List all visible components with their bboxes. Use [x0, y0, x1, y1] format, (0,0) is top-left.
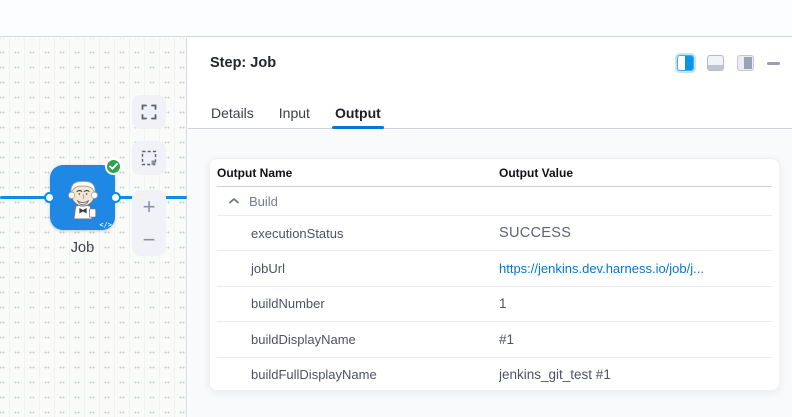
output-name: buildFullDisplayName [217, 367, 499, 382]
column-header-output-name: Output Name [217, 166, 499, 180]
fullscreen-icon [141, 104, 157, 120]
column-header-output-value: Output Value [499, 166, 772, 180]
step-node-job[interactable]: </> [50, 165, 115, 230]
output-name: jobUrl [217, 261, 499, 276]
group-label: Build [249, 194, 278, 209]
split-view-icon[interactable] [677, 55, 694, 71]
output-value: SUCCESS [499, 225, 772, 241]
canvas-expand-button[interactable] [132, 95, 166, 129]
output-name: buildDisplayName [217, 332, 499, 347]
canvas-marquee-select-button[interactable] [132, 141, 166, 175]
marquee-select-icon [141, 150, 157, 166]
step-details-panel: Step: Job Details Input Output Output Na… [188, 38, 792, 417]
success-check-icon [105, 158, 122, 175]
output-value: jenkins_git_test #1 [499, 367, 772, 382]
output-tab-content: Output Name Output Value Build execution… [188, 130, 792, 417]
zoom-out-button[interactable]: − [132, 223, 166, 256]
table-row: executionStatus SUCCESS [217, 215, 772, 250]
pipeline-canvas[interactable]: </> Job + − [0, 38, 187, 417]
output-value-link[interactable]: https://jenkins.dev.harness.io/job/j... [499, 261, 772, 276]
table-row: buildNumber 1 [217, 286, 772, 321]
table-row: buildFullDisplayName jenkins_git_test #1 [217, 357, 772, 392]
tab-details[interactable]: Details [211, 96, 254, 129]
jenkins-logo-icon [63, 176, 103, 220]
code-icon: </> [99, 221, 112, 229]
node-label: Job [40, 240, 125, 256]
bottom-view-icon[interactable] [707, 55, 724, 71]
right-view-icon[interactable] [737, 55, 754, 71]
tab-output[interactable]: Output [335, 96, 381, 129]
zoom-in-button[interactable]: + [132, 190, 166, 223]
output-value: #1 [499, 332, 772, 347]
output-table-card: Output Name Output Value Build execution… [209, 158, 780, 391]
panel-title: Step: Job [210, 55, 276, 71]
output-name: executionStatus [217, 226, 499, 241]
canvas-zoom-controls: + − [132, 190, 166, 256]
output-group-build[interactable]: Build [217, 187, 772, 215]
table-row: jobUrl https://jenkins.dev.harness.io/jo… [217, 250, 772, 285]
output-table-header: Output Name Output Value [217, 159, 772, 187]
tab-input[interactable]: Input [279, 96, 310, 129]
step-tabs: Details Input Output [188, 96, 792, 129]
top-toolbar [0, 0, 792, 37]
node-port-left-icon [44, 192, 55, 203]
panel-view-controls [677, 55, 780, 71]
node-port-right-icon [110, 192, 121, 203]
output-value: 1 [499, 296, 772, 311]
table-row: buildDisplayName #1 [217, 321, 772, 356]
chevron-up-icon [228, 197, 240, 205]
output-name: buildNumber [217, 296, 499, 311]
panel-header: Step: Job [188, 38, 792, 96]
minimize-icon[interactable] [767, 62, 780, 65]
pipeline-editor: </> Job + − Step: Job [0, 0, 792, 417]
